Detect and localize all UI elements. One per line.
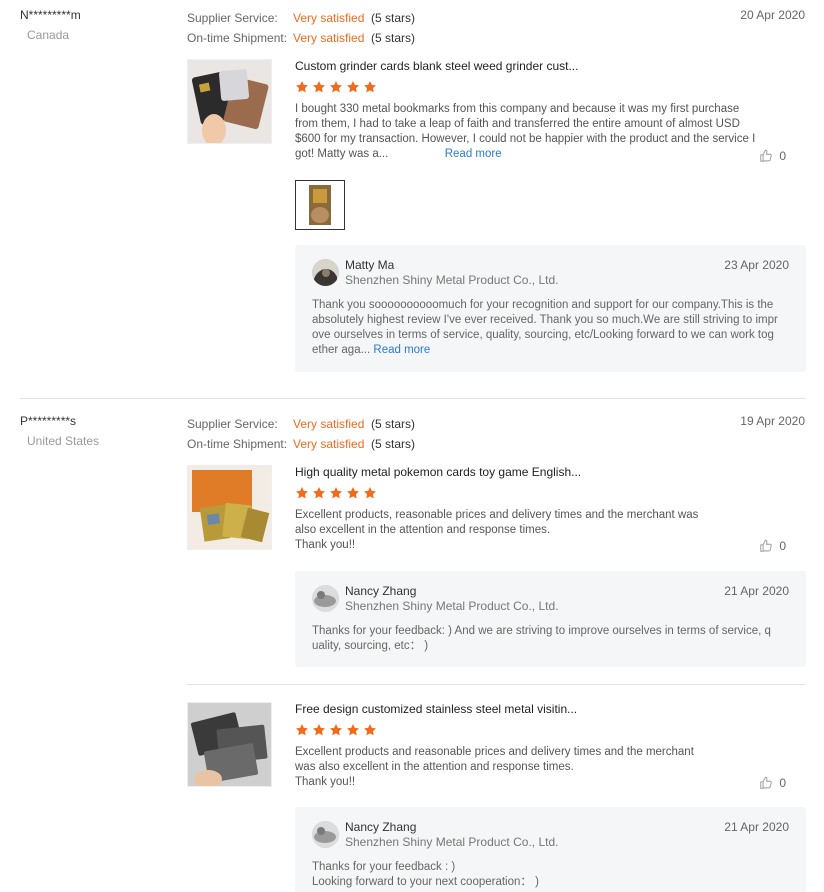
thumbs-up-icon — [760, 776, 773, 789]
reply-text: Thanks for your feedback : ) Looking for… — [312, 860, 790, 890]
like-count: 0 — [779, 776, 786, 790]
star-icon — [347, 724, 359, 736]
shipment-stars: (5 stars) — [371, 31, 416, 45]
star-icon — [364, 81, 376, 93]
star-icon — [313, 487, 325, 499]
star-icon — [347, 81, 359, 93]
review-card: N*********m Canada Supplier Service: Ver… — [0, 8, 824, 388]
buyer-name: N*********m — [20, 8, 81, 22]
star-icon — [296, 487, 308, 499]
star-rating — [295, 486, 765, 502]
product-title[interactable]: Free design customized stainless steel m… — [295, 702, 765, 717]
read-more-link[interactable]: Read more — [445, 148, 502, 160]
reply-text-line: Looking forward to your next cooperation… — [312, 876, 539, 888]
supplier-service-label: Supplier Service: — [187, 11, 278, 25]
supplier-ratings: Supplier Service: Very satisfied (5 star… — [187, 414, 415, 454]
star-icon — [330, 724, 342, 736]
star-icon — [313, 81, 325, 93]
like-button[interactable]: 0 — [759, 776, 786, 790]
read-more-link[interactable]: Read more — [373, 344, 430, 356]
supplier-service-label: Supplier Service: — [187, 417, 278, 431]
reply-author: Matty Ma — [345, 258, 395, 272]
supplier-service-stars: (5 stars) — [371, 11, 416, 25]
review-text-line: Excellent products, reasonable prices an… — [295, 509, 699, 521]
star-icon — [313, 724, 325, 736]
product-review: Free design customized stainless steel m… — [187, 702, 806, 802]
buyer-info: N*********m Canada — [20, 8, 81, 42]
reply-company: Shenzhen Shiny Metal Product Co., Ltd. — [345, 273, 559, 287]
supplier-service-value: Very satisfied — [293, 417, 365, 431]
thumbs-up-icon — [760, 539, 773, 552]
product-info: Free design customized stainless steel m… — [295, 702, 765, 790]
product-review: High quality metal pokemon cards toy gam… — [187, 465, 806, 565]
thumbs-up-icon — [760, 149, 773, 162]
supplier-service-value: Very satisfied — [293, 11, 365, 25]
seller-reply: Matty Ma Shenzhen Shiny Metal Product Co… — [295, 245, 806, 372]
buyer-name: P*********s — [20, 414, 77, 428]
item-divider — [187, 684, 806, 685]
shipment-stars: (5 stars) — [371, 437, 416, 451]
product-title[interactable]: High quality metal pokemon cards toy gam… — [295, 465, 765, 480]
avatar — [312, 821, 339, 848]
product-thumbnail[interactable] — [187, 465, 272, 550]
reply-date: 21 Apr 2020 — [724, 584, 789, 598]
star-icon — [364, 724, 376, 736]
reply-author: Nancy Zhang — [345, 584, 417, 598]
reply-author: Nancy Zhang — [345, 820, 417, 834]
supplier-ratings: Supplier Service: Very satisfied (5 star… — [187, 8, 415, 48]
review-text: Excellent products, reasonable prices an… — [295, 508, 765, 553]
review-date: 19 Apr 2020 — [740, 414, 805, 428]
review-divider — [20, 398, 806, 399]
review-text-line: Excellent products and reasonable prices… — [295, 746, 694, 758]
review-text-line: Thank you!! — [295, 539, 356, 551]
like-count: 0 — [779, 149, 786, 163]
product-thumbnail[interactable] — [187, 702, 272, 787]
star-rating — [295, 723, 765, 739]
review-card: P*********s United States Supplier Servi… — [0, 414, 824, 892]
star-icon — [364, 487, 376, 499]
like-count: 0 — [779, 539, 786, 553]
star-icon — [330, 81, 342, 93]
reply-date: 23 Apr 2020 — [724, 258, 789, 272]
review-text-line: also excellent in the attention and resp… — [295, 524, 551, 536]
reply-date: 21 Apr 2020 — [724, 820, 789, 834]
reply-text: Thank you soooooooooomuch for your recog… — [312, 298, 790, 358]
seller-reply: Nancy Zhang Shenzhen Shiny Metal Product… — [295, 571, 806, 667]
supplier-service-stars: (5 stars) — [371, 417, 416, 431]
avatar — [312, 259, 339, 286]
review-text-line: Thank you!! — [295, 776, 356, 788]
star-icon — [347, 487, 359, 499]
seller-reply: Nancy Zhang Shenzhen Shiny Metal Product… — [295, 807, 806, 892]
shipment-value: Very satisfied — [293, 437, 365, 451]
product-info: Custom grinder cards blank steel weed gr… — [295, 59, 765, 162]
review-text-line: was also excellent in the attention and … — [295, 761, 574, 773]
reply-company: Shenzhen Shiny Metal Product Co., Ltd. — [345, 599, 559, 613]
like-button[interactable]: 0 — [759, 149, 786, 163]
shipment-value: Very satisfied — [293, 31, 365, 45]
star-icon — [330, 487, 342, 499]
review-text: I bought 330 metal bookmarks from this c… — [295, 102, 765, 162]
buyer-country: Canada — [27, 28, 70, 42]
product-thumbnail[interactable] — [187, 59, 272, 144]
buyer-info: P*********s United States — [20, 414, 99, 448]
shipment-label: On-time Shipment: — [187, 31, 288, 45]
product-info: High quality metal pokemon cards toy gam… — [295, 465, 765, 553]
avatar — [312, 585, 339, 612]
review-date: 20 Apr 2020 — [740, 8, 805, 22]
reply-text-line: Thanks for your feedback : ) — [312, 861, 456, 873]
shipment-label: On-time Shipment: — [187, 437, 288, 451]
buyer-country: United States — [27, 434, 100, 448]
like-button[interactable]: 0 — [759, 539, 786, 553]
review-photo[interactable] — [295, 180, 345, 230]
star-icon — [296, 724, 308, 736]
star-icon — [296, 81, 308, 93]
star-rating — [295, 80, 765, 96]
product-title[interactable]: Custom grinder cards blank steel weed gr… — [295, 59, 765, 74]
review-text: Excellent products and reasonable prices… — [295, 745, 765, 790]
reply-company: Shenzhen Shiny Metal Product Co., Ltd. — [345, 835, 559, 849]
reply-text: Thanks for your feedback: ) And we are s… — [312, 625, 771, 652]
review-text-body: I bought 330 metal bookmarks from this c… — [295, 103, 756, 160]
